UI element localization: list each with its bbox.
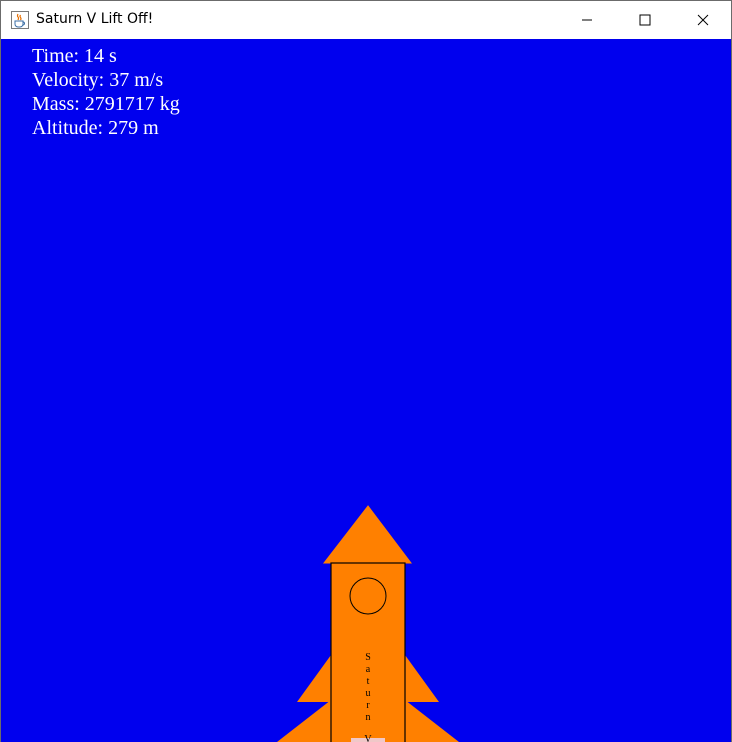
close-icon — [697, 14, 709, 26]
rocket-graphic: S a t u r n V — [277, 505, 459, 742]
rocket-label-letter: n — [366, 712, 371, 723]
rocket-label-letter: S — [365, 652, 371, 663]
rocket-label-letter: u — [366, 688, 371, 699]
java-cup-icon — [11, 11, 29, 29]
window-title: Saturn V Lift Off! — [36, 11, 154, 27]
minimize-icon — [582, 19, 592, 21]
title-bar[interactable]: Saturn V Lift Off! — [1, 1, 731, 39]
rocket-label-letter: V — [364, 734, 372, 742]
app-window: Saturn V Lift Off! Time: 14 s Velocity: … — [0, 0, 732, 742]
rocket-right-upper-fin — [405, 655, 439, 702]
rocket-label-letter: t — [367, 676, 370, 687]
maximize-button[interactable] — [616, 1, 674, 39]
rocket-right-lower-fin — [405, 700, 459, 742]
rocket-nose-cone — [322, 505, 413, 564]
simulation-canvas: Time: 14 s Velocity: 37 m/s Mass: 279171… — [1, 39, 731, 742]
close-button[interactable] — [674, 1, 732, 39]
minimize-button[interactable] — [558, 1, 616, 39]
maximize-icon — [639, 14, 651, 26]
rocket-left-upper-fin — [297, 655, 331, 702]
rocket-left-lower-fin — [277, 700, 331, 742]
rocket-label-letter: a — [366, 664, 371, 675]
